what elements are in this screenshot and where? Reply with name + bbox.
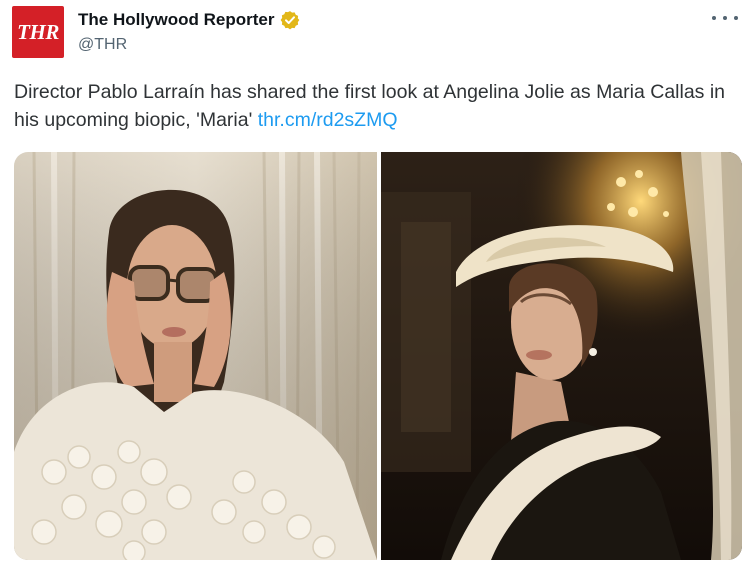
tweet-author: The Hollywood Reporter @THR (78, 8, 300, 54)
display-name[interactable]: The Hollywood Reporter (78, 10, 274, 30)
more-options-icon[interactable] (712, 10, 738, 26)
tweet-media (14, 152, 742, 560)
account-handle[interactable]: @THR (78, 36, 300, 54)
woman-in-hat-photo[interactable] (381, 152, 742, 560)
avatar-logo-text: THR (17, 19, 59, 44)
account-avatar[interactable]: THR (12, 6, 64, 58)
woman-in-glasses-photo[interactable] (14, 152, 377, 560)
verified-badge-icon (281, 11, 300, 30)
tweet-link[interactable]: thr.cm/rd2sZMQ (258, 109, 398, 131)
tweet-card: THR The Hollywood Reporter @THR Director… (0, 0, 750, 567)
tweet-text: Director Pablo Larraín has shared the fi… (14, 78, 738, 134)
author-name-row: The Hollywood Reporter (78, 8, 300, 32)
